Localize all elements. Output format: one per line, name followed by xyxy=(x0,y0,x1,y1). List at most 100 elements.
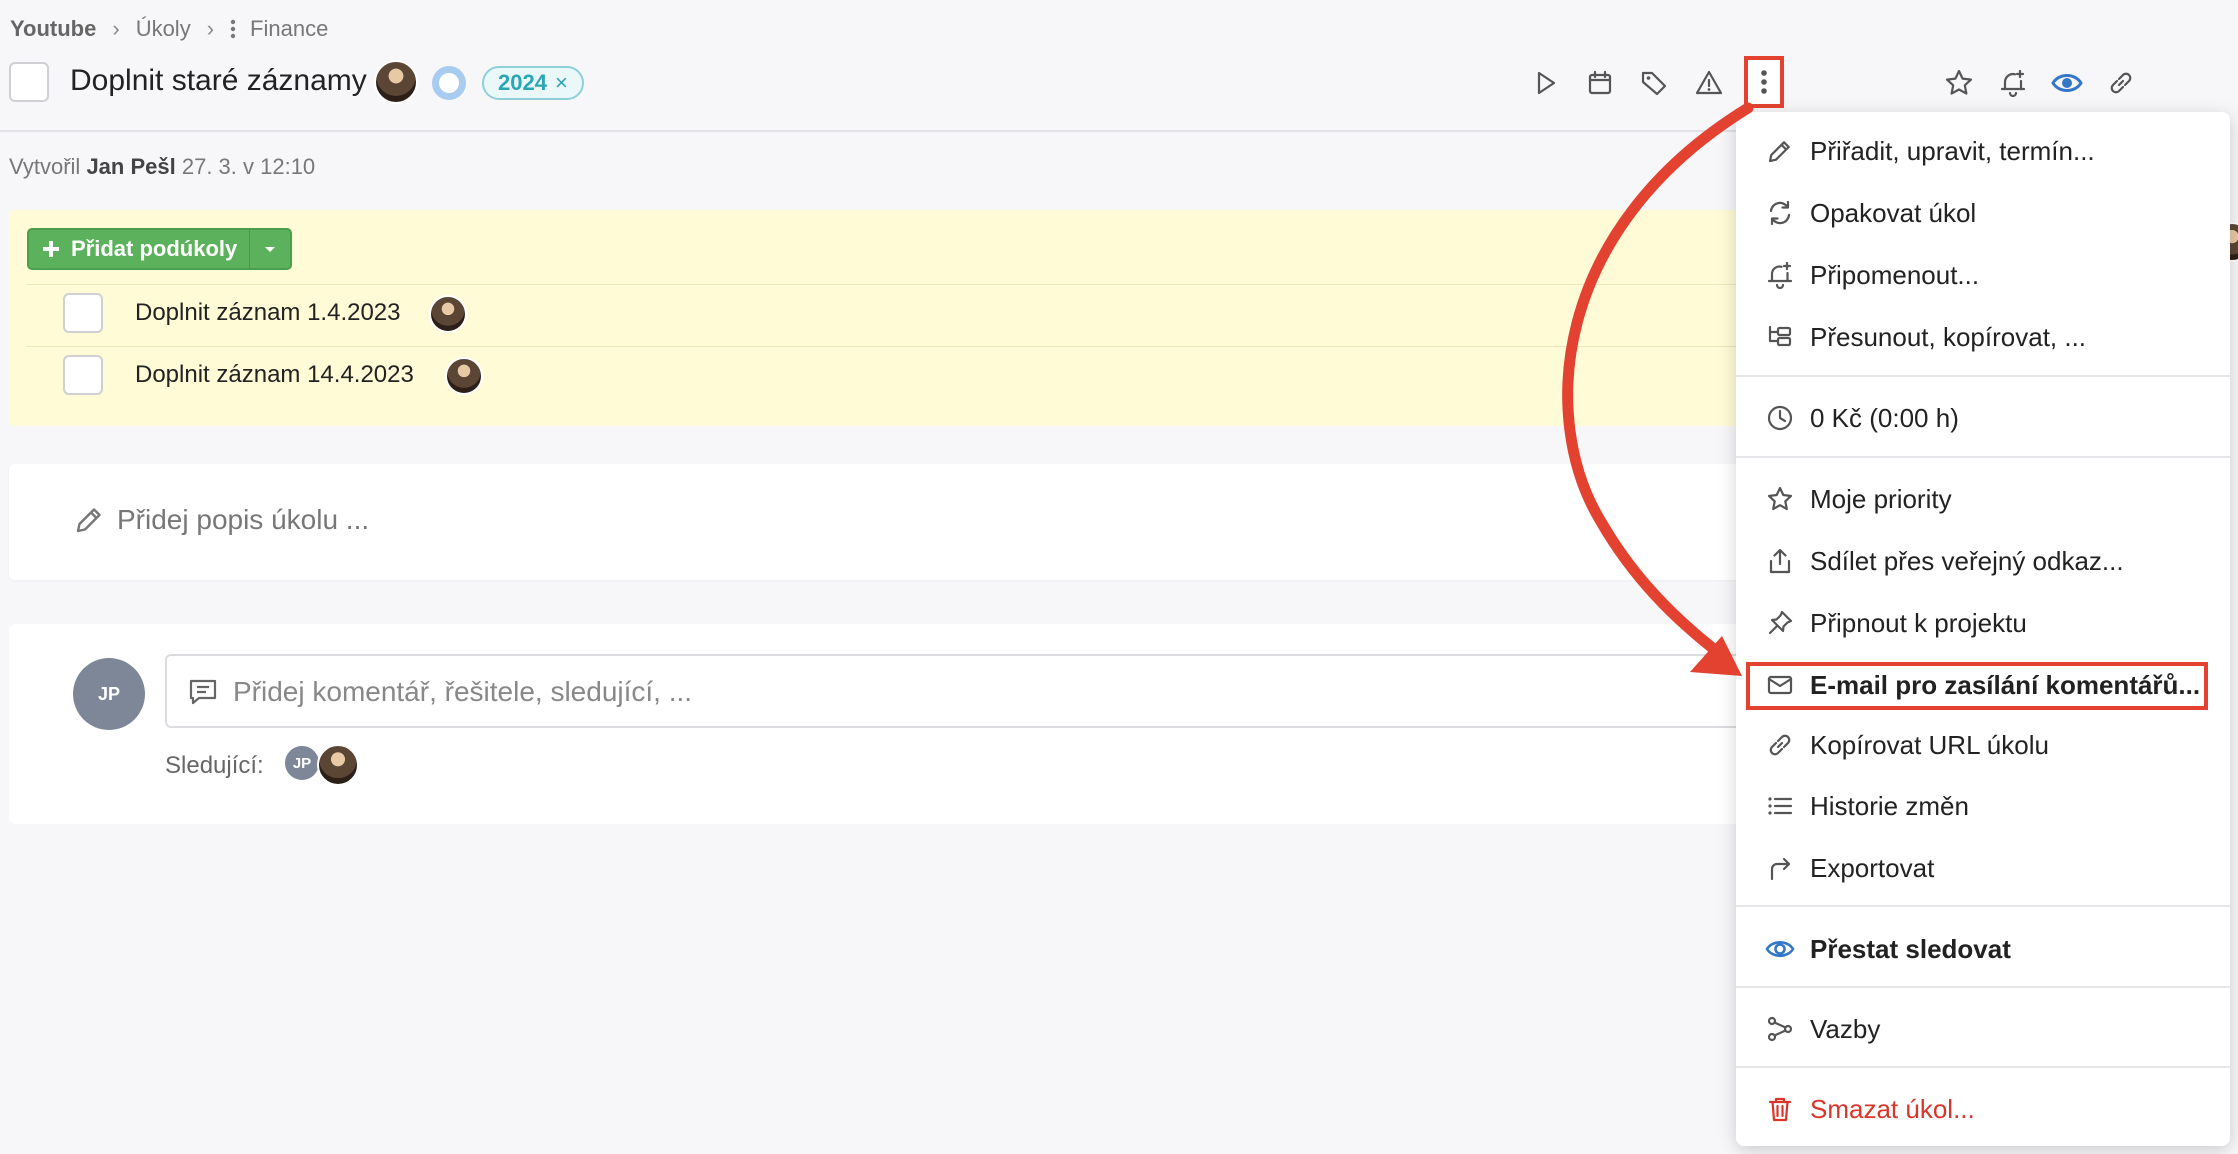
star-icon[interactable] xyxy=(1938,62,1980,104)
menu-divider xyxy=(1736,905,2230,907)
breadcrumb-finance[interactable]: Finance xyxy=(250,16,328,42)
subtask-label[interactable]: Doplnit záznam 1.4.2023 xyxy=(135,299,401,327)
tag-remove-icon[interactable]: × xyxy=(555,70,568,96)
tag-label: 2024 xyxy=(498,70,547,95)
eye-icon xyxy=(1764,933,1796,965)
menu-item-label: Připomenout... xyxy=(1810,259,1980,290)
menu-item-label: Přiřadit, upravit, termín... xyxy=(1810,135,2095,166)
menu-item-label: Opakovat úkol xyxy=(1810,197,1977,228)
bell-plus-icon[interactable] xyxy=(1992,62,2034,104)
eye-icon[interactable] xyxy=(2046,62,2088,104)
menu-item-label: Moje priority xyxy=(1810,483,1952,514)
clock-icon xyxy=(1764,402,1796,434)
breadcrumb-youtube[interactable]: Youtube xyxy=(10,16,96,42)
subtask-label[interactable]: Doplnit záznam 14.4.2023 xyxy=(135,361,414,389)
menu-item-export[interactable]: Exportovat xyxy=(1736,839,2230,897)
created-date: 27. 3. v 12:10 xyxy=(181,154,316,179)
tag-icon[interactable] xyxy=(1633,62,1675,104)
menu-item-label: Kopírovat URL úkolu xyxy=(1810,729,2049,760)
more-options-button[interactable] xyxy=(1744,56,1784,108)
menu-item-assign[interactable]: Přiřadit, upravit, termín... xyxy=(1736,122,2230,180)
menu-item-label: 0 Kč (0:00 h) xyxy=(1810,402,1959,433)
star-icon xyxy=(1764,483,1796,515)
menu-item-label: Přestat sledovat xyxy=(1810,933,2011,964)
menu-item-delete[interactable]: Smazat úkol... xyxy=(1736,1080,2230,1138)
created-info: Vytvořil Jan Pešl 27. 3. v 12:10 xyxy=(9,154,315,180)
menu-item-remind[interactable]: Připomenout... xyxy=(1736,246,2230,304)
vertical-dots-icon[interactable] xyxy=(230,19,236,39)
comment-input[interactable]: Přidej komentář, řešitele, sledující, ..… xyxy=(165,654,1765,728)
comments-panel: JP Přidej komentář, řešitele, sledující,… xyxy=(9,624,1765,824)
subtask-checkbox[interactable] xyxy=(63,355,103,395)
created-author[interactable]: Jan Pešl xyxy=(86,154,175,179)
subtasks-panel: Přidat podúkoly Doplnit záznam 1.4.2023 … xyxy=(9,210,1749,426)
pin-icon xyxy=(1764,607,1796,639)
created-prefix: Vytvořil xyxy=(9,154,81,179)
add-subtasks-main[interactable]: Přidat podúkoly xyxy=(29,230,251,268)
followers-label: Sledující: xyxy=(165,752,264,779)
menu-item-share-public[interactable]: Sdílet přes veřejný odkaz... xyxy=(1736,532,2230,590)
trash-icon xyxy=(1764,1093,1796,1125)
description-placeholder: Přidej popis úkolu ... xyxy=(117,504,370,535)
follower-avatar[interactable] xyxy=(317,744,359,786)
follower-avatar-jp[interactable]: JP xyxy=(283,744,321,782)
task-complete-checkbox[interactable] xyxy=(9,62,49,102)
status-indicator[interactable] xyxy=(432,66,466,100)
repeat-icon xyxy=(1764,197,1796,229)
menu-divider xyxy=(1736,986,2230,988)
menu-item-label: Smazat úkol... xyxy=(1810,1093,1975,1124)
menu-item-pin-to-project[interactable]: Připnout k projektu xyxy=(1736,594,2230,652)
menu-item-label: Připnout k projektu xyxy=(1810,607,2027,638)
assignee-avatar[interactable] xyxy=(374,60,418,104)
highlight-box xyxy=(1746,662,2208,710)
add-subtasks-button[interactable]: Přidat podúkoly xyxy=(27,228,293,270)
description-box[interactable]: Přidej popis úkolu ... xyxy=(9,464,1749,580)
add-subtasks-label: Přidat podúkoly xyxy=(71,236,238,261)
bell-plus-icon xyxy=(1764,259,1796,291)
plus-icon xyxy=(43,241,59,257)
export-icon xyxy=(1764,852,1796,884)
subtask-assignee-avatar[interactable] xyxy=(445,357,483,395)
move-icon xyxy=(1764,321,1796,353)
list-icon xyxy=(1764,790,1796,822)
link-icon xyxy=(1764,729,1796,761)
menu-item-relations[interactable]: Vazby xyxy=(1736,1000,2230,1058)
menu-item-copy-url[interactable]: Kopírovat URL úkolu xyxy=(1736,716,2230,774)
header-divider xyxy=(0,130,1740,132)
pencil-icon xyxy=(73,504,105,536)
breadcrumb-ukoly[interactable]: Úkoly xyxy=(136,16,191,42)
relations-icon xyxy=(1764,1013,1796,1045)
menu-item-label: Přesunout, kopírovat, ... xyxy=(1810,321,2087,352)
menu-item-label: Vazby xyxy=(1810,1013,1881,1044)
menu-divider xyxy=(1736,375,2230,377)
menu-item-time-cost[interactable]: 0 Kč (0:00 h) xyxy=(1736,389,2230,447)
pencil-icon xyxy=(1764,135,1796,167)
comment-icon xyxy=(187,676,219,708)
subtask-assignee-avatar[interactable] xyxy=(429,295,467,333)
more-options-menu: Přiřadit, upravit, termín... Opakovat úk… xyxy=(1736,112,2230,1146)
link-icon[interactable] xyxy=(2100,62,2142,104)
chevron-right-icon: › xyxy=(112,16,120,41)
menu-item-move[interactable]: Přesunout, kopírovat, ... xyxy=(1736,308,2230,366)
menu-item-label: Historie změn xyxy=(1810,790,1969,821)
calendar-icon[interactable] xyxy=(1579,62,1621,104)
subtask-checkbox[interactable] xyxy=(63,293,103,333)
subtask-row: Doplnit záznam 14.4.2023 xyxy=(27,346,1749,408)
play-icon[interactable] xyxy=(1524,62,1566,104)
menu-divider xyxy=(1736,1066,2230,1068)
share-icon xyxy=(1764,545,1796,577)
menu-item-my-priorities[interactable]: Moje priority xyxy=(1736,470,2230,528)
menu-item-label: Sdílet přes veřejný odkaz... xyxy=(1810,545,2124,576)
menu-item-unfollow[interactable]: Přestat sledovat xyxy=(1736,920,2230,978)
menu-item-history[interactable]: Historie změn xyxy=(1736,777,2230,835)
tag-badge[interactable]: 2024 × xyxy=(482,66,584,100)
subtask-row: Doplnit záznam 1.4.2023 xyxy=(27,284,1749,346)
warning-icon[interactable] xyxy=(1688,62,1730,104)
chevron-right-icon: › xyxy=(206,16,215,41)
menu-item-label: Exportovat xyxy=(1810,852,1935,883)
menu-item-repeat[interactable]: Opakovat úkol xyxy=(1736,184,2230,242)
caret-down-icon[interactable] xyxy=(250,230,290,268)
breadcrumb: Youtube › Úkoly › Finance xyxy=(10,14,328,44)
task-title[interactable]: Doplnit staré záznamy xyxy=(70,64,367,98)
current-user-avatar: JP xyxy=(73,658,145,730)
